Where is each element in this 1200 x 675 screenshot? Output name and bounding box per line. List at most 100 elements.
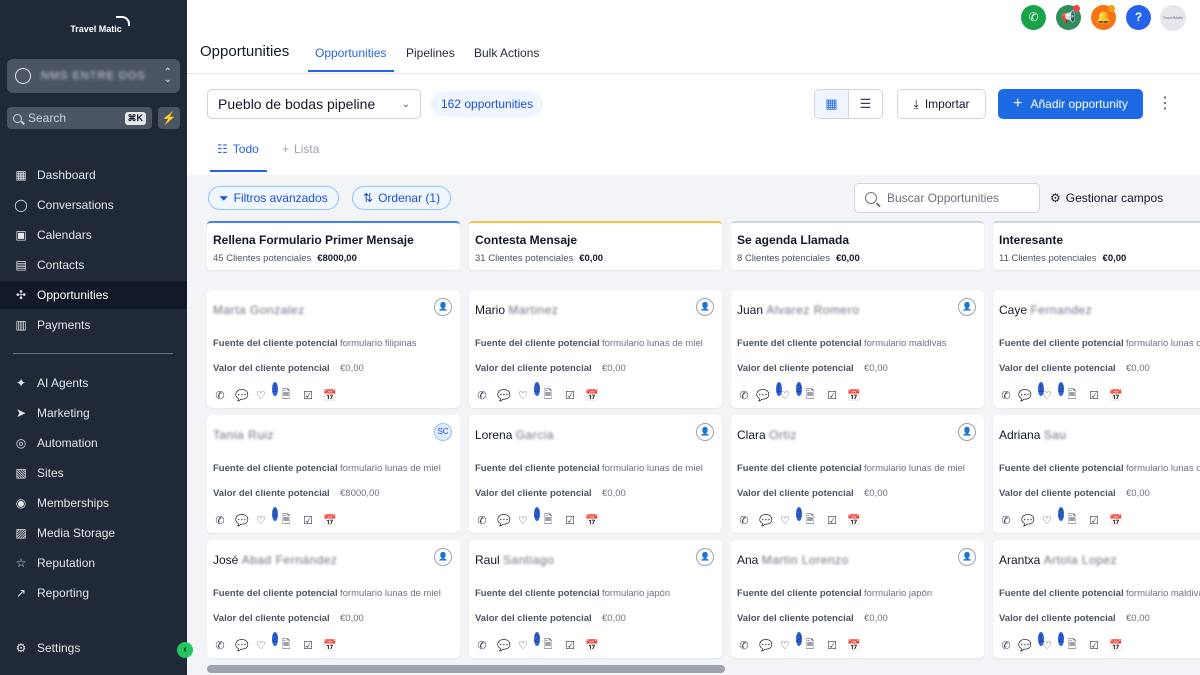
calendar-icon[interactable]: 📅 [847,513,861,527]
sidebar-item-reporting[interactable]: ↗ Reporting [0,579,187,607]
stage-column-header[interactable]: Contesta Mensaje 31 Clientes potenciales €… [469,221,722,270]
heart-icon[interactable]: ♡ 1 [256,507,278,527]
heart-icon[interactable]: ♡ 2 [780,382,802,402]
opportunity-card[interactable]: Clara Ortiz 👤 Fuente del cliente potencial… [731,415,984,533]
phone-icon[interactable]: ✆ [1021,5,1046,30]
assign-user-icon[interactable]: 👤 [696,298,714,316]
document-icon[interactable]: 🗎 [541,513,555,527]
horizontal-scrollbar[interactable] [207,665,725,673]
document-icon[interactable]: 🗎 [279,513,293,527]
message-icon[interactable]: 💬 [497,388,511,402]
tab-opportunities[interactable]: Opportunities [315,46,386,60]
list-view-icon[interactable]: ☰ [849,90,882,118]
bell-icon[interactable]: 🔔 [1091,5,1116,30]
heart-icon[interactable]: ♡ 1 [256,382,278,402]
sidebar-item-dashboard[interactable]: ▦ Dashboard [0,161,187,189]
message-icon[interactable]: 💬 1 [1018,382,1044,402]
calendar-icon[interactable]: 📅 [585,388,599,402]
calendar-icon[interactable]: 📅 [1109,513,1123,527]
calendar-icon[interactable]: 📅 [323,638,337,652]
pipeline-select[interactable]: Pueblo de bodas pipeline ⌄ [207,89,421,119]
opportunity-card[interactable]: Mario Martinez 👤 Fuente del cliente potenc… [469,290,722,408]
opportunity-card[interactable]: Ana Martin Lorenzo 👤 Fuente del cliente po… [731,540,984,658]
assign-user-icon[interactable]: 👤 [434,548,452,566]
assignee-avatar[interactable]: SC [434,423,452,441]
sidebar-item-conversations[interactable]: ◯ Conversations [0,191,187,219]
sidebar-item-memberships[interactable]: ◉ Memberships [0,489,187,517]
more-options-icon[interactable]: ⋮ [1157,94,1173,114]
assign-user-icon[interactable]: 👤 [958,423,976,441]
app-logo[interactable]: Travel Matic [66,16,130,40]
document-icon[interactable]: 🗎 [1065,638,1079,652]
heart-icon[interactable]: ♡ 2 [780,632,802,652]
quick-action-bolt-icon[interactable]: ⚡ [158,107,180,129]
message-icon[interactable]: 💬 [235,513,249,527]
subtab-lista[interactable]: + Lista [282,142,319,156]
phone-icon[interactable]: ✆ [213,638,227,652]
heart-icon[interactable]: ♡ 2 [1042,507,1064,527]
stage-column-header[interactable]: Interesante 11 Clientes potenciales €0,00 [993,221,1200,270]
sidebar-item-settings[interactable]: ⚙ Settings [0,634,187,662]
opportunity-card[interactable]: Arantxa Artola Lopez👤Fuente del cliente … [993,540,1200,658]
assign-user-icon[interactable]: 👤 [434,298,452,316]
phone-icon[interactable]: ✆ [999,388,1013,402]
sort-button[interactable]: ⇅ Ordenar (1) [352,186,452,210]
task-check-icon[interactable]: ☑ [563,638,577,652]
add-opportunity-button[interactable]: + Añadir opportunity [998,89,1143,119]
contact-name[interactable]: Raul Santiago [475,553,554,567]
contact-name[interactable]: Arantxa Artola Lopez [999,553,1117,567]
task-check-icon[interactable]: ☑ [563,388,577,402]
phone-icon[interactable]: ✆ [213,388,227,402]
document-icon[interactable]: 🗎 [541,638,555,652]
stage-column-header[interactable]: Rellena Formulario Primer Mensaje 45 Clie… [207,221,460,270]
contact-name[interactable]: José Abad Fernández [213,553,337,567]
document-icon[interactable]: 🗎 [803,513,817,527]
message-icon[interactable]: 💬 1 [756,382,782,402]
heart-icon[interactable]: ♡ 2 [780,507,802,527]
account-switcher[interactable]: NMS ENTRE DOS ⌃ ⌄ [7,59,180,93]
phone-icon[interactable]: ✆ [737,513,751,527]
sidebar-item-calendars[interactable]: ▣ Calendars [0,221,187,249]
message-icon[interactable]: 💬 [235,638,249,652]
message-icon[interactable]: 💬 [497,638,511,652]
sidebar-item-sites[interactable]: ▧ Sites [0,459,187,487]
tab-bulk-actions[interactable]: Bulk Actions [474,46,539,60]
calendar-icon[interactable]: 📅 [847,638,861,652]
contact-name[interactable]: Tania Ruiz [213,428,274,442]
heart-icon[interactable]: ♡ 2 [256,632,278,652]
task-check-icon[interactable]: ☑ [1087,638,1101,652]
task-check-icon[interactable]: ☑ [301,388,315,402]
phone-icon[interactable]: ✆ [737,388,751,402]
sidebar-item-opportunities[interactable]: ✣ Opportunities [0,281,187,309]
document-icon[interactable]: 🗎 [1065,388,1079,402]
opportunity-card[interactable]: Caye Fernandez👤Fuente del cliente potenc… [993,290,1200,408]
help-icon[interactable]: ? [1126,5,1151,30]
task-check-icon[interactable]: ☑ [1087,513,1101,527]
document-icon[interactable]: 🗎 [803,388,817,402]
profile-avatar[interactable]: TravelMatic [1160,5,1186,31]
calendar-icon[interactable]: 📅 [323,388,337,402]
opportunity-card[interactable]: Raul Santiago 👤 Fuente del cliente potenci… [469,540,722,658]
message-icon[interactable]: 💬 [759,513,773,527]
calendar-icon[interactable]: 📅 [585,638,599,652]
document-icon[interactable]: 🗎 [279,638,293,652]
sidebar-item-automation[interactable]: ◎ Automation [0,429,187,457]
message-icon[interactable]: 💬 [1021,513,1035,527]
message-icon[interactable]: 💬 [235,388,249,402]
sidebar-item-marketing[interactable]: ➤ Marketing [0,399,187,427]
calendar-icon[interactable]: 📅 [847,388,861,402]
opportunity-card[interactable]: Adriana Sau👤Fuente del cliente potencial… [993,415,1200,533]
contact-name[interactable]: Mario Martinez [475,303,558,317]
stage-column-header[interactable]: Se agenda Llamada 8 Clientes potenciales €… [731,221,984,270]
task-check-icon[interactable]: ☑ [301,638,315,652]
opportunity-search-input[interactable]: Buscar Opportunities [854,183,1040,213]
document-icon[interactable]: 🗎 [803,638,817,652]
calendar-icon[interactable]: 📅 [585,513,599,527]
advanced-filters-button[interactable]: ⏷ Filtros avanzados [208,186,339,210]
sidebar-item-contacts[interactable]: ▤ Contacts [0,251,187,279]
calendar-icon[interactable]: 📅 [323,513,337,527]
message-icon[interactable]: 💬 [497,513,511,527]
calendar-icon[interactable]: 📅 [1109,638,1123,652]
assign-user-icon[interactable]: 👤 [696,548,714,566]
sidebar-item-payments[interactable]: ▥ Payments [0,311,187,339]
